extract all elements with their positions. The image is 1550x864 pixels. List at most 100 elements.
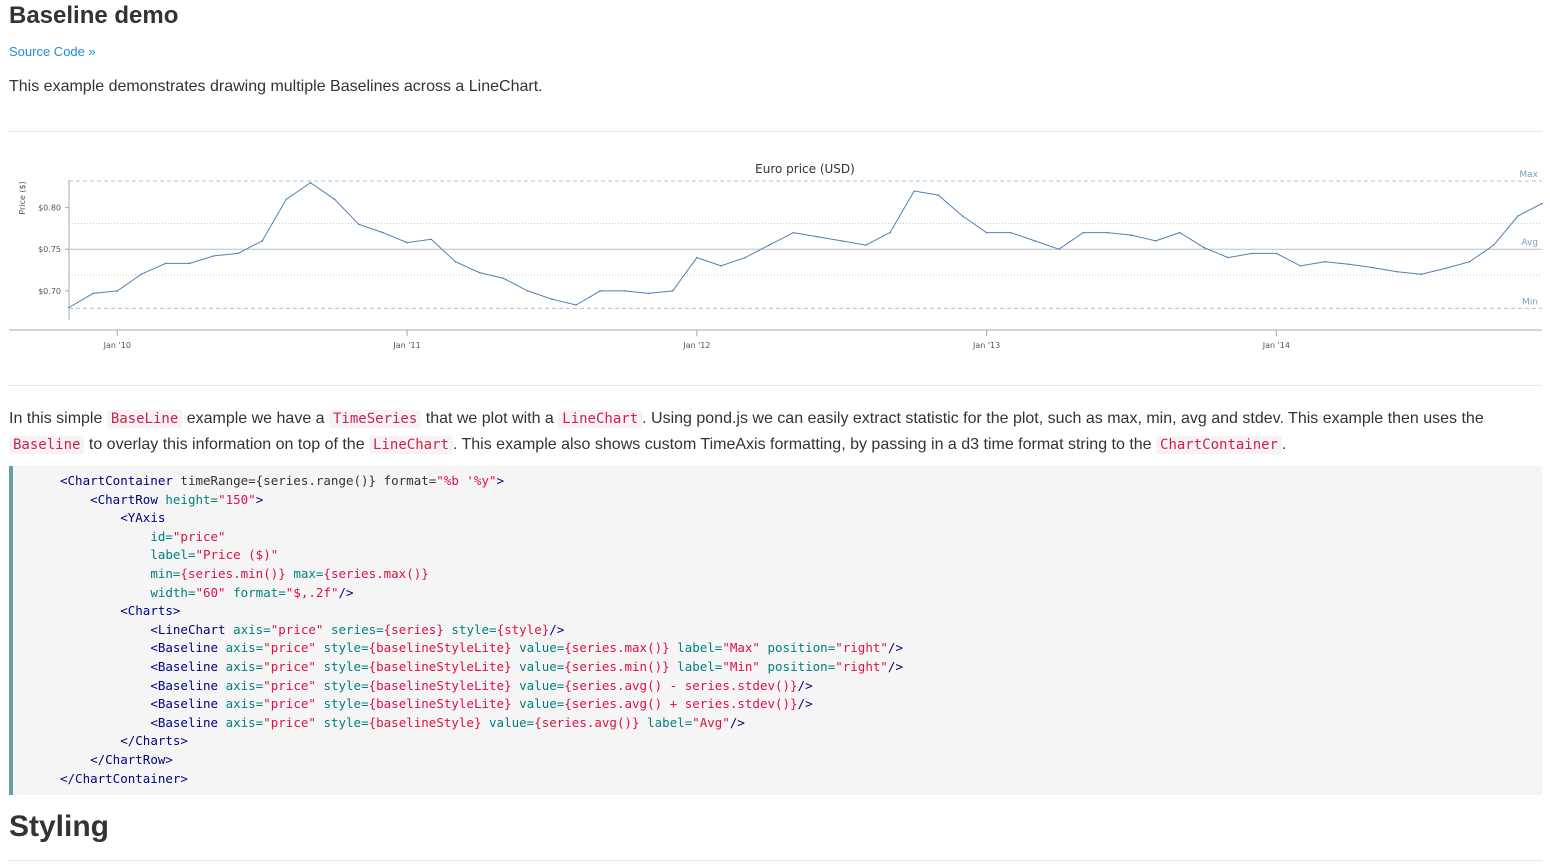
series-point xyxy=(1010,231,1012,234)
series-point xyxy=(1058,248,1060,250)
baseline-label-avg: Avg xyxy=(1521,238,1538,248)
intro-text: This example demonstrates drawing multip… xyxy=(9,78,543,95)
series-point xyxy=(1468,260,1471,263)
code-token: <Baseline xyxy=(150,677,219,693)
code-token: value= xyxy=(519,658,565,674)
series-point xyxy=(1323,260,1326,263)
code-token: style= xyxy=(451,621,497,637)
series-point xyxy=(985,231,988,234)
code-token: axis= xyxy=(225,714,264,730)
series-point xyxy=(961,215,964,217)
code-line: <Baseline axis="price" style={baselineSt… xyxy=(60,658,1542,677)
series-point xyxy=(889,231,891,234)
y-tick-label: $0.70 xyxy=(38,287,61,296)
series-point xyxy=(285,198,288,201)
code-line: <Baseline axis="price" style={baselineSt… xyxy=(60,639,1542,658)
series-point xyxy=(527,290,529,292)
series-line xyxy=(68,182,1543,308)
code-token: /> xyxy=(797,677,813,693)
series-point xyxy=(744,256,746,259)
series-point xyxy=(1034,240,1036,242)
series-point xyxy=(261,240,264,242)
series-point xyxy=(1154,240,1157,242)
code-token: max= xyxy=(293,565,324,581)
code-token: <Baseline xyxy=(150,640,219,656)
inline-code: TimeSeries xyxy=(329,410,422,428)
baseline-label-max: Max xyxy=(1519,170,1538,180)
inline-code: LineChart xyxy=(558,410,643,428)
code-token: label= xyxy=(677,658,723,674)
code-token: > xyxy=(255,491,264,507)
code-token: {series} xyxy=(383,621,444,637)
euro-price-chart[interactable]: Euro price (USD) Price ($) $0.70 $0.75 $0.80… xyxy=(0,148,1550,363)
series-point xyxy=(1517,215,1519,217)
series-point xyxy=(430,238,433,241)
code-line: <ChartContainer timeRange={series.range(… xyxy=(60,472,1542,491)
series-point xyxy=(696,256,698,259)
code-line: </ChartContainer> xyxy=(60,770,1542,789)
code-token: min= xyxy=(150,565,181,581)
code-line: </Charts> xyxy=(60,732,1542,751)
code-line: <YAxis xyxy=(60,509,1542,528)
code-token: <Baseline xyxy=(150,696,219,712)
code-token: "Price ($)" xyxy=(195,547,279,563)
series-point xyxy=(1492,244,1495,246)
code-line: id="price" xyxy=(60,528,1542,547)
series-point xyxy=(1299,265,1302,267)
series-point xyxy=(937,194,940,196)
code-token: width= xyxy=(150,584,196,600)
y-tick-label: $0.80 xyxy=(38,204,61,213)
desc-text: In this simple xyxy=(9,410,107,427)
code-token: {baselineStyleLite} xyxy=(368,696,512,712)
series-point xyxy=(792,231,795,234)
series-point xyxy=(237,252,239,255)
description-paragraph: In this simple BaseLine example we have … xyxy=(9,406,1542,458)
source-code-link[interactable]: Source Code » xyxy=(9,44,96,59)
desc-text: that we plot with a xyxy=(421,410,559,427)
x-tick-label: Jan '13 xyxy=(972,341,1000,350)
series-point xyxy=(840,240,843,242)
series-point xyxy=(599,290,601,292)
divider-styling xyxy=(9,860,1542,861)
code-line: min={series.min()} max={series.max()} xyxy=(60,565,1542,584)
code-token: {baselineStyleLite} xyxy=(368,677,512,693)
series-point xyxy=(913,190,915,192)
code-token: "price" xyxy=(263,696,316,712)
code-token: style= xyxy=(323,696,369,712)
code-token: "Min" xyxy=(722,658,760,674)
code-token: axis= xyxy=(225,677,264,693)
code-token: {baselineStyleLite} xyxy=(368,658,512,674)
code-token: <Baseline xyxy=(150,714,219,730)
series-point xyxy=(309,181,312,184)
code-token: style= xyxy=(323,714,369,730)
code-token: {series.avg() - series.stdev()} xyxy=(564,677,798,693)
code-token: <ChartContainer xyxy=(60,473,173,488)
code-token: <ChartRow xyxy=(90,491,158,507)
series-point xyxy=(502,277,505,280)
inline-code: LineChart xyxy=(369,436,453,454)
series-point xyxy=(1372,266,1374,269)
code-line: </ChartRow> xyxy=(60,751,1542,770)
code-line: width="60" format="$,.2f"/> xyxy=(60,584,1542,603)
code-token: {series.avg()} xyxy=(534,714,640,730)
series-point xyxy=(575,304,577,306)
x-tick-label: Jan '12 xyxy=(682,341,710,350)
code-token: </ChartRow> xyxy=(90,751,173,767)
code-token: "Avg" xyxy=(692,714,730,730)
series-point xyxy=(454,260,457,263)
code-line: <Baseline axis="price" style={baselineSt… xyxy=(60,695,1542,714)
